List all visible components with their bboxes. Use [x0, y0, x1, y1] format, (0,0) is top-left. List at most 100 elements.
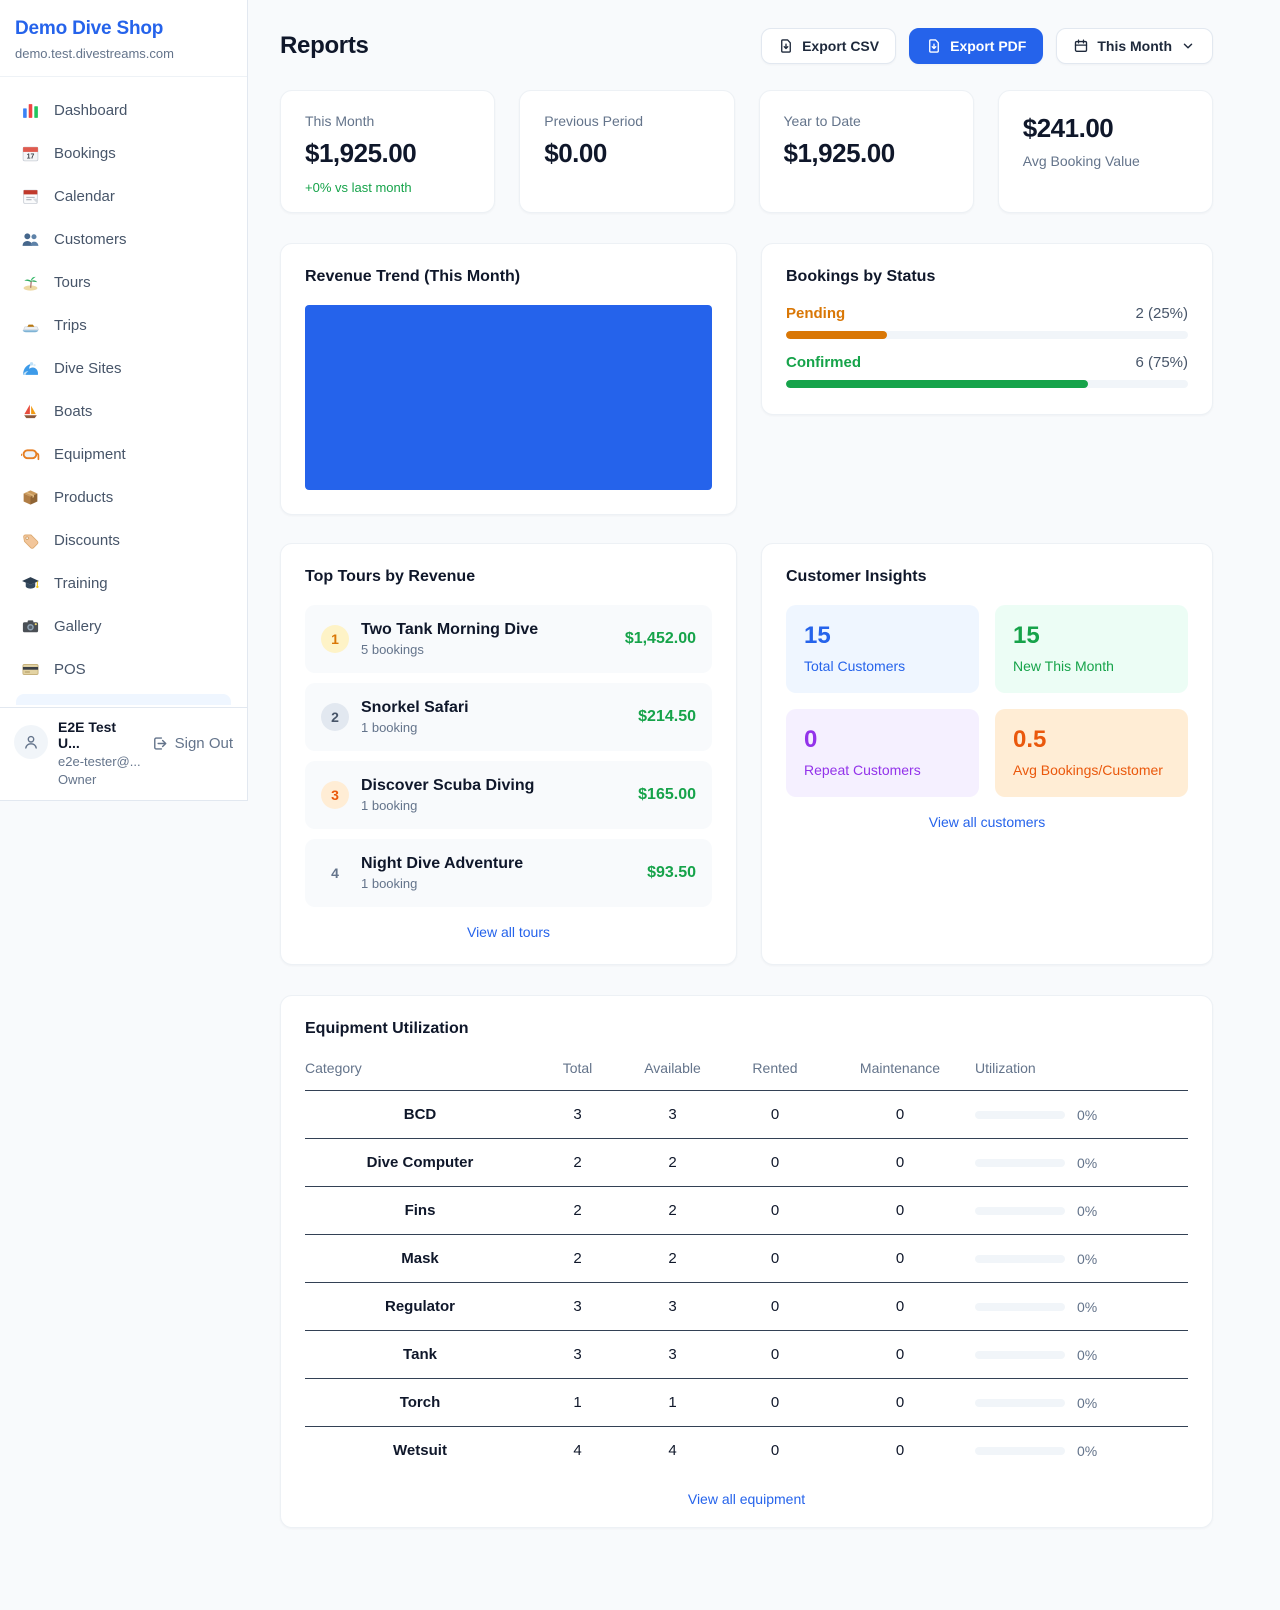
export-pdf-label: Export PDF	[950, 38, 1026, 54]
cell-total: 3	[535, 1331, 620, 1379]
rank-badge: 4	[321, 859, 349, 887]
cell-total: 3	[535, 1091, 620, 1139]
tour-bookings: 1 booking	[361, 720, 626, 735]
cell-utilization: 0%	[975, 1395, 1188, 1411]
dive-sites-icon	[21, 359, 40, 378]
stat-label: Year to Date	[784, 113, 949, 129]
top-tours-card: Top Tours by Revenue 1 Two Tank Morning …	[280, 543, 737, 965]
cell-available: 4	[620, 1427, 725, 1475]
utilization-percent: 0%	[1077, 1155, 1097, 1171]
logout-icon	[151, 735, 168, 752]
sidebar-item-trips[interactable]: Trips	[8, 307, 239, 343]
utilization-bar	[975, 1303, 1065, 1311]
sidebar-item-dashboard[interactable]: Dashboard	[8, 92, 239, 128]
sidebar-item-equipment[interactable]: Equipment	[8, 436, 239, 472]
cell-utilization: 0%	[975, 1251, 1188, 1267]
tile-label: New This Month	[1013, 658, 1170, 674]
status-value: 2 (25%)	[1135, 305, 1188, 322]
cell-category: Regulator	[305, 1283, 535, 1331]
equipment-icon	[21, 445, 40, 464]
tile-value: 15	[804, 622, 961, 650]
cell-utilization: 0%	[975, 1443, 1188, 1459]
sidebar-item-pos[interactable]: POS	[8, 651, 239, 687]
sidebar-item-tours[interactable]: Tours	[8, 264, 239, 300]
sidebar-item-calendar[interactable]: Calendar	[8, 178, 239, 214]
column-header-rented: Rented	[725, 1048, 825, 1091]
sidebar-item-label: Dive Sites	[54, 360, 122, 377]
stat-card-previous-period: Previous Period $0.00	[519, 90, 734, 213]
discounts-icon	[21, 531, 40, 550]
stat-card-this-month: This Month $1,925.00 +0% vs last month	[280, 90, 495, 213]
cell-maintenance: 0	[825, 1091, 975, 1139]
cell-available: 3	[620, 1091, 725, 1139]
cell-maintenance: 0	[825, 1139, 975, 1187]
status-row-confirmed: Confirmed 6 (75%)	[786, 354, 1188, 388]
chevron-down-icon	[1180, 38, 1196, 54]
training-icon	[21, 574, 40, 593]
tour-name: Snorkel Safari	[361, 699, 626, 717]
cell-total: 2	[535, 1187, 620, 1235]
cell-utilization: 0%	[975, 1203, 1188, 1219]
stat-value: $0.00	[544, 138, 709, 169]
column-header-available: Available	[620, 1048, 725, 1091]
sidebar-header: Demo Dive Shop demo.test.divestreams.com	[0, 0, 247, 77]
tours-icon	[21, 273, 40, 292]
sidebar-item-customers[interactable]: Customers	[8, 221, 239, 257]
cell-maintenance: 0	[825, 1187, 975, 1235]
column-header-maintenance: Maintenance	[825, 1048, 975, 1091]
utilization-bar	[975, 1399, 1065, 1407]
file-download-icon	[926, 38, 942, 54]
sidebar-item-gallery[interactable]: Gallery	[8, 608, 239, 644]
revenue-trend-title: Revenue Trend (This Month)	[305, 268, 712, 286]
status-label: Pending	[786, 305, 845, 322]
sidebar-item-products[interactable]: Products	[8, 479, 239, 515]
cell-maintenance: 0	[825, 1427, 975, 1475]
main-content: Reports Export CSV Export PDF This Month	[248, 0, 1280, 1568]
progress-bar-track	[786, 380, 1188, 388]
products-icon	[21, 488, 40, 507]
utilization-bar	[975, 1447, 1065, 1455]
avatar	[14, 725, 48, 759]
sidebar-item-discounts[interactable]: Discounts	[8, 522, 239, 558]
cell-maintenance: 0	[825, 1283, 975, 1331]
tour-bookings: 1 booking	[361, 798, 626, 813]
progress-bar-fill	[786, 380, 1088, 388]
user-role: Owner	[58, 772, 141, 787]
export-pdf-button[interactable]: Export PDF	[909, 28, 1043, 64]
sidebar-item-training[interactable]: Training	[8, 565, 239, 601]
revenue-trend-card: Revenue Trend (This Month)	[280, 243, 737, 515]
sidebar-item-boats[interactable]: Boats	[8, 393, 239, 429]
table-row: Wetsuit 4 4 0 0 0%	[305, 1427, 1188, 1475]
sidebar-item-reports-active[interactable]	[16, 694, 231, 705]
utilization-percent: 0%	[1077, 1251, 1097, 1267]
sidebar-item-bookings[interactable]: 17 Bookings	[8, 135, 239, 171]
sidebar-item-label: POS	[54, 661, 86, 678]
gallery-icon	[21, 617, 40, 636]
export-csv-button[interactable]: Export CSV	[761, 28, 896, 64]
cell-category: Torch	[305, 1379, 535, 1427]
tour-revenue: $165.00	[638, 786, 696, 804]
sidebar-item-label: Discounts	[54, 532, 120, 549]
sidebar-item-dive-sites[interactable]: Dive Sites	[8, 350, 239, 386]
table-row: Dive Computer 2 2 0 0 0%	[305, 1139, 1188, 1187]
utilization-percent: 0%	[1077, 1395, 1097, 1411]
period-dropdown[interactable]: This Month	[1056, 28, 1213, 64]
sidebar-nav: Dashboard 17 Bookings Calendar Customers…	[0, 77, 247, 707]
rank-badge: 3	[321, 781, 349, 809]
view-all-equipment-link[interactable]: View all equipment	[305, 1491, 1188, 1507]
sidebar-item-label: Training	[54, 575, 108, 592]
cell-maintenance: 0	[825, 1331, 975, 1379]
sign-out-button[interactable]: Sign Out	[151, 735, 233, 752]
customers-icon	[21, 230, 40, 249]
person-icon	[22, 733, 40, 751]
cell-utilization: 0%	[975, 1299, 1188, 1315]
tour-row: 2 Snorkel Safari 1 booking $214.50	[305, 683, 712, 751]
page-header: Reports Export CSV Export PDF This Month	[280, 28, 1213, 64]
view-all-tours-link[interactable]: View all tours	[305, 924, 712, 940]
tile-label: Total Customers	[804, 658, 961, 674]
period-label: This Month	[1097, 38, 1172, 54]
stat-value: $1,925.00	[305, 138, 470, 169]
view-all-customers-link[interactable]: View all customers	[786, 814, 1188, 830]
utilization-bar	[975, 1351, 1065, 1359]
cell-maintenance: 0	[825, 1235, 975, 1283]
